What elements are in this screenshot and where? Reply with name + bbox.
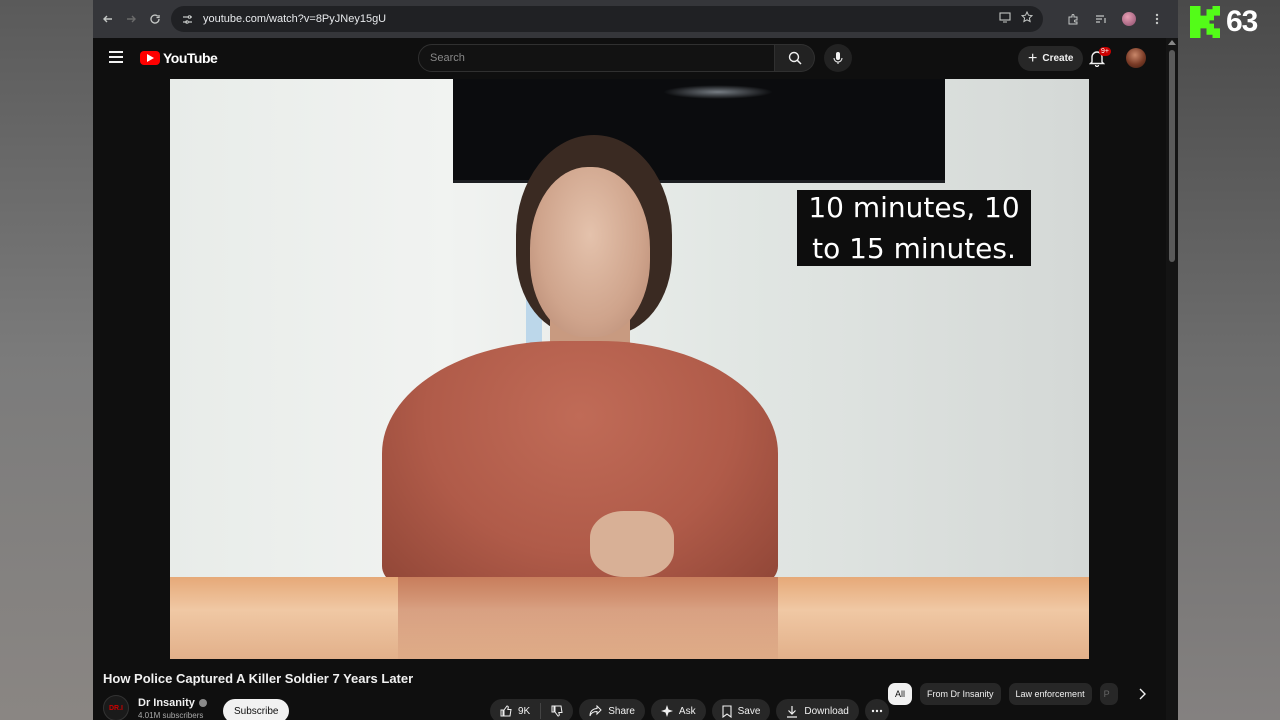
forward-icon[interactable] — [119, 7, 143, 31]
search-input[interactable] — [418, 44, 775, 72]
scroll-up-arrow-icon[interactable] — [1168, 40, 1176, 45]
channel-name-link[interactable]: Dr Insanity — [138, 697, 207, 709]
site-info-icon[interactable] — [179, 11, 195, 27]
more-horizontal-icon — [871, 709, 883, 713]
scrollbar-thumb[interactable] — [1169, 50, 1175, 262]
download-button[interactable]: Download — [776, 699, 859, 720]
reload-icon[interactable] — [143, 7, 167, 31]
thumbs-down-icon — [551, 705, 563, 717]
notification-badge: 9+ — [1099, 47, 1111, 56]
video-subtitle: 10 minutes, 10 to 15 minutes. — [797, 190, 1031, 266]
like-button[interactable]: 9K — [490, 703, 542, 719]
profile-icon[interactable] — [1121, 7, 1137, 31]
more-actions-button[interactable] — [864, 699, 889, 720]
browser-toolbar: youtube.com/watch?v=8PyJNey15gU — [93, 0, 1178, 38]
cast-icon[interactable] — [999, 11, 1011, 26]
share-icon — [589, 705, 602, 717]
address-bar[interactable]: youtube.com/watch?v=8PyJNey15gU — [171, 6, 1043, 32]
subscribe-button[interactable]: Subscribe — [223, 699, 290, 720]
thumbs-up-icon — [500, 705, 512, 717]
voice-search-button[interactable] — [824, 44, 852, 72]
youtube-play-icon — [140, 51, 160, 65]
browser-window: youtube.com/watch?v=8PyJNey15gU YouTube … — [93, 0, 1178, 720]
bookmark-icon — [722, 704, 732, 718]
kick-logo-icon — [1190, 6, 1220, 38]
sparkle-icon — [660, 705, 673, 717]
search-icon — [788, 51, 802, 65]
tab-search-icon[interactable] — [1093, 7, 1109, 31]
download-icon — [787, 705, 798, 718]
url-text: youtube.com/watch?v=8PyJNey15gU — [203, 13, 387, 25]
youtube-logo[interactable]: YouTube — [140, 50, 218, 66]
hamburger-menu-icon[interactable] — [109, 51, 123, 63]
subscriber-count: 4.01M subscribers — [138, 711, 204, 720]
bookmark-star-icon[interactable] — [1020, 10, 1034, 26]
chip-law-enforcement[interactable]: Law enforcement — [1008, 683, 1092, 705]
channel-avatar[interactable]: DR.I — [103, 695, 129, 720]
back-icon[interactable] — [96, 7, 120, 31]
video-player[interactable]: 10 minutes, 10 to 15 minutes. — [93, 79, 1166, 659]
video-frame[interactable]: 10 minutes, 10 to 15 minutes. — [170, 79, 1089, 659]
youtube-header: YouTube + Create 9+ — [93, 38, 1178, 79]
video-title: How Police Captured A Killer Soldier 7 Y… — [103, 671, 414, 686]
save-button[interactable]: Save — [711, 699, 771, 720]
plus-icon: + — [1028, 49, 1038, 67]
ask-button[interactable]: Ask — [650, 699, 706, 720]
person-face — [530, 167, 650, 337]
microphone-icon — [833, 52, 843, 64]
kick-overlay-badge: 63 — [1190, 4, 1278, 40]
page-scrollbar[interactable] — [1166, 38, 1178, 720]
create-button[interactable]: + Create — [1018, 46, 1084, 71]
share-button[interactable]: Share — [579, 699, 645, 720]
chip-more[interactable]: P — [1099, 683, 1118, 705]
related-filter-chips: All From Dr Insanity Law enforcement P — [888, 683, 1118, 705]
person-shirt — [382, 341, 778, 591]
menu-icon[interactable] — [1149, 7, 1165, 31]
search-button[interactable] — [775, 44, 815, 72]
video-details: How Police Captured A Killer Soldier 7 Y… — [93, 659, 1166, 720]
dislike-button[interactable] — [541, 705, 573, 717]
kick-viewer-count: 63 — [1226, 5, 1258, 38]
chip-from-channel[interactable]: From Dr Insanity — [920, 683, 1001, 705]
chip-all[interactable]: All — [888, 683, 913, 705]
person-hand — [590, 511, 674, 577]
blurred-background-right — [1178, 0, 1280, 720]
chevron-right-icon[interactable] — [1131, 683, 1153, 705]
extensions-icon[interactable] — [1065, 7, 1081, 31]
wall-tv — [453, 79, 945, 183]
blurred-background-left — [0, 0, 93, 720]
verified-icon — [198, 699, 207, 707]
user-avatar[interactable] — [1126, 48, 1146, 68]
